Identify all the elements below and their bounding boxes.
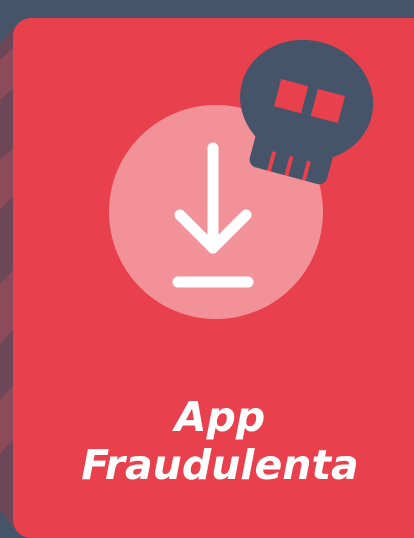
card-title: App Fraudulenta (40, 393, 400, 489)
card-title-line-2: Fraudulenta (81, 441, 359, 489)
app-card-scene: App Fraudulenta (0, 0, 414, 538)
card-title-line-1: App (174, 393, 266, 441)
